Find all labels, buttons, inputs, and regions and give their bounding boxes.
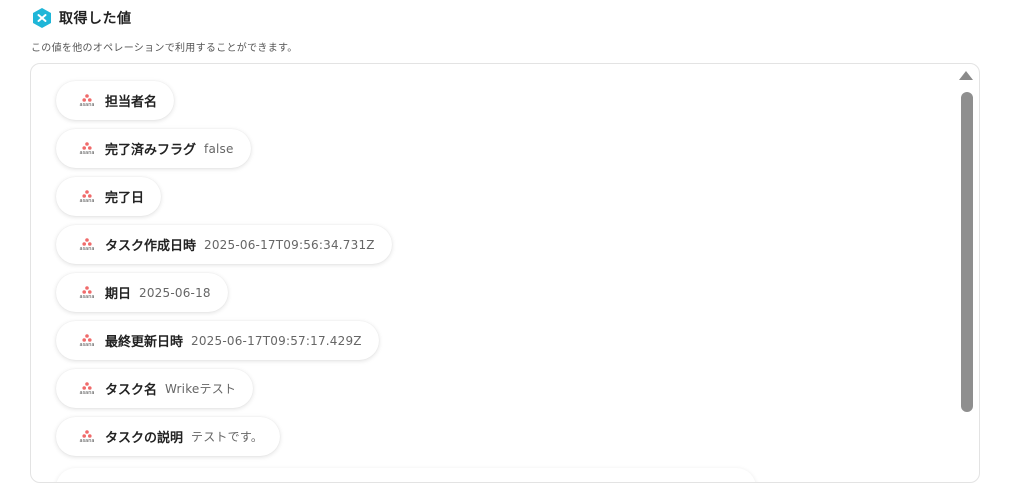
value-chip-label: タスク名 <box>105 383 158 398</box>
value-chip[interactable]: asana タスクの説明 テストです。 <box>56 417 281 456</box>
value-chip-value: 2025-06-17T09:57:17.429Z <box>191 333 362 348</box>
value-chip-value: false <box>204 141 234 156</box>
asana-logo-text: asana <box>79 197 95 204</box>
values-panel: asana 担当者名 asana 完了済みフラグ false asana 完了日 asana タ… <box>30 63 980 483</box>
value-chip-label: タスク作成日時 <box>105 239 197 254</box>
asana-logo-icon: asana <box>77 93 97 108</box>
section-header: 取得した値 <box>31 7 132 29</box>
value-chip-label: 最終更新日時 <box>105 335 184 350</box>
asana-logo-text: asana <box>79 293 95 300</box>
values-list: asana 担当者名 asana 完了済みフラグ false asana 完了日 asana タ… <box>56 81 392 456</box>
asana-logo-icon: asana <box>77 429 97 444</box>
value-chip-value: テストです。 <box>191 430 264 444</box>
value-chip[interactable]: asana 担当者名 <box>56 81 175 120</box>
value-chip-value: 2025-06-17T09:56:34.731Z <box>204 237 375 252</box>
asana-logo-text: asana <box>79 437 95 444</box>
value-chip[interactable]: asana 完了日 <box>56 177 162 216</box>
value-chip-label: 完了日 <box>105 191 145 206</box>
section-title: 取得した値 <box>59 11 132 27</box>
asana-logo-icon: asana <box>77 285 97 300</box>
value-chip-label: タスクの説明 <box>105 431 184 446</box>
hexagon-x-icon <box>33 8 51 28</box>
scrollbar-thumb[interactable] <box>961 92 973 412</box>
value-chip[interactable]: asana タスク作成日時 2025-06-17T09:56:34.731Z <box>56 225 392 264</box>
value-chip[interactable]: asana 最終更新日時 2025-06-17T09:57:17.429Z <box>56 321 379 360</box>
asana-logo-icon: asana <box>77 141 97 156</box>
scroll-up-arrow-icon[interactable] <box>959 71 973 80</box>
asana-logo-icon: asana <box>77 381 97 396</box>
asana-logo-text: asana <box>79 101 95 108</box>
value-chip-value: Wrikeテスト <box>165 382 237 396</box>
asana-logo-text: asana <box>79 389 95 396</box>
value-chip-label: 期日 <box>105 287 132 302</box>
asana-logo-text: asana <box>79 245 95 252</box>
asana-logo-text: asana <box>79 341 95 348</box>
section-subtitle: この値を他のオペレーションで利用することができます。 <box>31 43 298 54</box>
asana-logo-text: asana <box>79 149 95 156</box>
asana-logo-icon: asana <box>77 189 97 204</box>
value-chip-label: 担当者名 <box>105 95 158 110</box>
value-chip-label: 完了済みフラグ <box>105 143 197 158</box>
asana-logo-icon: asana <box>77 333 97 348</box>
value-chip[interactable]: asana 期日 2025-06-18 <box>56 273 228 312</box>
asana-logo-icon: asana <box>77 237 97 252</box>
value-chip-partial[interactable] <box>56 468 756 482</box>
value-chip[interactable]: asana タスク名 Wrikeテスト <box>56 369 254 408</box>
value-chip[interactable]: asana 完了済みフラグ false <box>56 129 251 168</box>
value-chip-value: 2025-06-18 <box>139 285 211 300</box>
